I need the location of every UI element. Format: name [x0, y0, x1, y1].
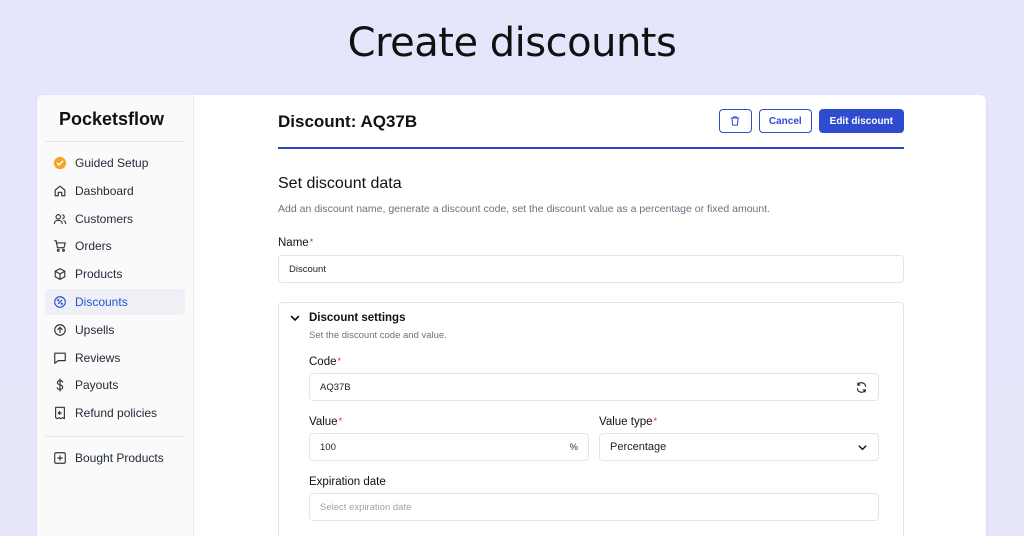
- sidebar-item-products[interactable]: Products: [45, 261, 185, 287]
- sidebar-item-upsells[interactable]: Upsells: [45, 317, 185, 343]
- divider: [45, 141, 185, 142]
- field-label-text: Name: [278, 237, 309, 249]
- delete-button[interactable]: [718, 109, 752, 133]
- dollar-icon: [52, 378, 67, 393]
- required-marker: *: [653, 416, 658, 426]
- page-header: Discount: AQ37B Cancel Edit discount: [278, 95, 904, 149]
- cancel-button[interactable]: Cancel: [758, 109, 812, 133]
- chevron-down-icon: [857, 442, 868, 453]
- value-input-text: 100: [320, 441, 336, 453]
- divider: [45, 436, 185, 438]
- sidebar-item-label: Discounts: [75, 294, 128, 309]
- sidebar-item-label: Refund policies: [75, 406, 158, 421]
- field-label-text: Value type: [599, 416, 653, 428]
- panel-title: Discount settings: [309, 312, 406, 324]
- expiration-date-input[interactable]: Select expiration date: [309, 493, 879, 521]
- sidebar-item-label: Guided Setup: [75, 156, 149, 170]
- sidebar-item-refund-policies[interactable]: Refund policies: [45, 400, 185, 426]
- trash-icon: [729, 115, 741, 127]
- app-window: Pocketsflow Guided Setup Dashboard Custo…: [37, 95, 986, 536]
- brand-logo: Pocketsflow: [59, 109, 165, 129]
- receipt-refund-icon: [52, 406, 67, 421]
- sidebar-item-discounts[interactable]: Discounts: [45, 288, 185, 315]
- folder-plus-icon: [52, 451, 67, 466]
- panel-body: Code* AQ37B Value* 100 % Value type* Per…: [289, 356, 879, 521]
- discount-settings-panel: Discount settings Set the discount code …: [278, 302, 904, 536]
- value-type-label: Value type*: [599, 416, 879, 428]
- panel-description: Set the discount code and value.: [309, 330, 447, 341]
- name-input[interactable]: Discount: [278, 255, 904, 283]
- sidebar-nav: Guided Setup Dashboard Customers Orders: [37, 150, 193, 426]
- cart-icon: [52, 239, 67, 254]
- expiration-placeholder: Select expiration date: [320, 501, 412, 513]
- hero-title: Create discounts: [347, 20, 677, 66]
- chevron-down-icon: [289, 312, 301, 324]
- expiration-label: Expiration date: [309, 476, 386, 488]
- sidebar-bottom-nav: Bought Products: [37, 445, 193, 471]
- home-icon: [52, 183, 67, 198]
- field-label-text: Value: [309, 416, 338, 428]
- percent-suffix: %: [569, 441, 578, 453]
- discount-settings-toggle[interactable]: Discount settings: [289, 312, 879, 324]
- sidebar-item-dashboard[interactable]: Dashboard: [45, 178, 185, 204]
- regenerate-icon[interactable]: [855, 381, 868, 394]
- code-label: Code*: [309, 356, 879, 368]
- sidebar-item-label: Upsells: [75, 322, 115, 337]
- select-value: Percentage: [610, 441, 667, 453]
- main-content: Discount: AQ37B Cancel Edit discount Set…: [194, 95, 986, 536]
- sidebar-item-label: Bought Products: [75, 451, 164, 466]
- value-input[interactable]: 100 %: [309, 433, 589, 461]
- name-label: Name*: [278, 237, 986, 249]
- sidebar: Pocketsflow Guided Setup Dashboard Custo…: [37, 95, 194, 536]
- value-field: Value* 100 %: [309, 401, 589, 461]
- sidebar-item-label: Payouts: [75, 378, 119, 393]
- users-icon: [52, 211, 67, 226]
- section-description: Add an discount name, generate a discoun…: [278, 203, 771, 215]
- sidebar-item-customers[interactable]: Customers: [45, 206, 185, 232]
- sidebar-item-label: Dashboard: [75, 183, 134, 198]
- box-icon: [52, 267, 67, 282]
- badge-check-icon: [52, 156, 67, 171]
- arrow-up-circle-icon: [52, 322, 67, 337]
- required-marker: *: [338, 416, 343, 426]
- value-type-field: Value type* Percentage: [599, 401, 879, 461]
- sidebar-item-guided-setup[interactable]: Guided Setup: [45, 150, 185, 176]
- required-marker: *: [337, 356, 342, 366]
- value-row: Value* 100 % Value type* Percentage: [309, 401, 879, 461]
- sidebar-item-label: Reviews: [75, 350, 121, 365]
- sidebar-item-orders[interactable]: Orders: [45, 233, 185, 259]
- page-title: Discount: AQ37B: [278, 112, 418, 131]
- sidebar-item-payouts[interactable]: Payouts: [45, 372, 185, 398]
- discount-icon: [52, 294, 67, 309]
- code-value: AQ37B: [320, 381, 351, 393]
- sidebar-item-bought-products[interactable]: Bought Products: [45, 445, 185, 471]
- value-label: Value*: [309, 416, 589, 428]
- field-label-text: Code: [309, 356, 337, 368]
- message-icon: [52, 350, 67, 365]
- code-input[interactable]: AQ37B: [309, 373, 879, 401]
- required-marker: *: [309, 237, 314, 247]
- header-actions: Cancel Edit discount: [718, 109, 904, 133]
- sidebar-item-reviews[interactable]: Reviews: [45, 345, 185, 371]
- edit-discount-button[interactable]: Edit discount: [818, 109, 904, 133]
- value-type-select[interactable]: Percentage: [599, 433, 879, 461]
- sidebar-item-label: Orders: [75, 239, 112, 254]
- sidebar-item-label: Products: [75, 267, 123, 282]
- sidebar-item-label: Customers: [75, 211, 134, 226]
- section-title: Set discount data: [278, 175, 402, 192]
